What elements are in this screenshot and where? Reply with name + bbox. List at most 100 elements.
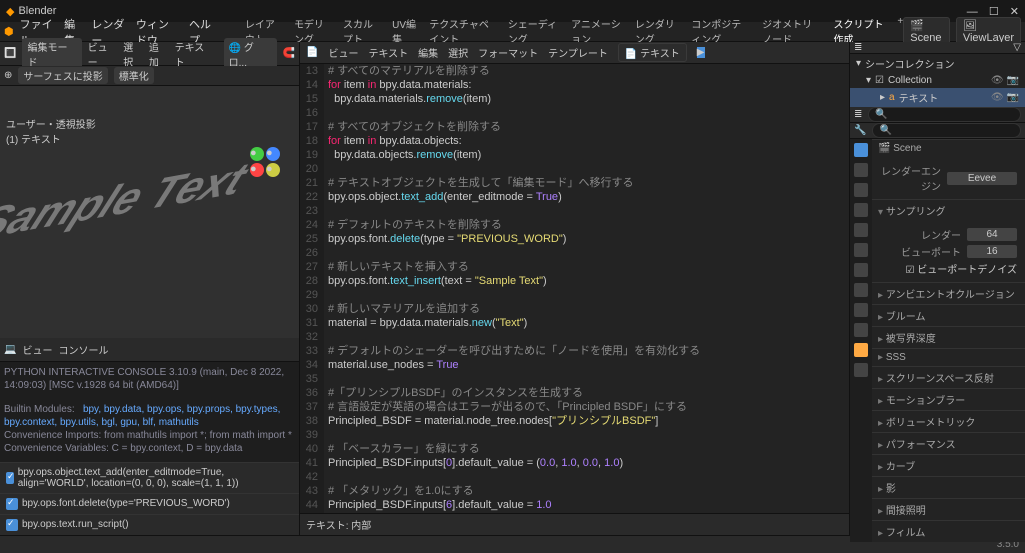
properties-panel: 🎬 Scene レンダーエンジンEevee サンプリング レンダー64 ビューポ… — [850, 139, 1025, 542]
console-menu-console[interactable]: コンソール — [58, 342, 108, 357]
blender-icon: ◆ — [6, 5, 14, 18]
datablock-icon[interactable]: ≣ — [854, 109, 862, 120]
props-panel-header[interactable]: SSS — [872, 348, 1025, 366]
viewport-overlay-text: ユーザー・透視投影 (1) テキスト — [6, 116, 96, 146]
surface-project[interactable]: サーフェスに投影 — [18, 67, 107, 84]
tab-physics-icon[interactable] — [854, 303, 868, 317]
mode-select[interactable]: 編集モード — [22, 38, 81, 70]
denoise-checkbox[interactable]: ☑ ビューポートデノイズ — [906, 261, 1017, 276]
filter-icon[interactable]: ▽ — [1013, 42, 1021, 53]
tab-output-icon[interactable] — [854, 163, 868, 177]
tab-object-icon[interactable] — [854, 243, 868, 257]
properties-header: 🔧 🔍 — [850, 123, 1025, 139]
blender-logo-icon[interactable]: ⬢ — [4, 25, 14, 38]
console-banner: PYTHON INTERACTIVE CONSOLE 3.10.9 (main,… — [4, 366, 295, 392]
run-script-button[interactable]: ▶ — [697, 47, 705, 58]
tab-particles-icon[interactable] — [854, 283, 868, 297]
props-panel-header[interactable]: スクリーンスペース反射 — [872, 366, 1025, 388]
eye-icon[interactable]: 👁 — [991, 75, 1004, 86]
props-panel-header[interactable]: パフォーマンス — [872, 432, 1025, 454]
left-column: 🔳 編集モード ビュー 選択 追加 テキスト 🌐 グロ... 🧲 ⊕ サーフェス… — [0, 42, 300, 535]
te-menu-select[interactable]: 選択 — [448, 45, 468, 60]
text-editor: 📄 ビュー テキスト 編集 選択 フォーマット テンプレート 📄 テキスト ▶ … — [300, 42, 850, 535]
tab-constraints-icon[interactable] — [854, 323, 868, 337]
console-editor-icon[interactable]: 💻 — [4, 344, 16, 355]
props-icon[interactable]: 🔧 — [854, 125, 866, 136]
vp-menu-view[interactable]: ビュー — [88, 39, 118, 69]
editor-type-icon[interactable]: 🔳 — [4, 48, 16, 59]
te-menu-format[interactable]: フォーマット — [478, 45, 538, 60]
engine-select[interactable]: Eevee — [947, 172, 1017, 185]
search-icon: 🔍 — [875, 109, 887, 120]
check-icon — [6, 472, 14, 484]
search-icon: 🔍 — [879, 125, 891, 136]
python-console[interactable]: PYTHON INTERACTIVE CONSOLE 3.10.9 (main,… — [0, 362, 299, 462]
outliner-row-selected[interactable]: ▸a テキスト👁📷 — [850, 88, 1025, 107]
outliner-row[interactable]: ▾シーンコレクション — [850, 54, 1025, 73]
outliner[interactable]: ▾シーンコレクション ▾☑ Collection👁📷 ▸a テキスト👁📷 — [850, 54, 1025, 107]
tab-data-icon[interactable] — [854, 343, 868, 357]
info-row[interactable]: bpy.ops.font.delete(type='PREVIOUS_WORD'… — [0, 493, 299, 514]
te-menu-template[interactable]: テンプレート — [548, 45, 608, 60]
props-panel-header[interactable]: 間接照明 — [872, 498, 1025, 520]
right-column: ≣ ▽ ▾シーンコレクション ▾☑ Collection👁📷 ▸a テキスト👁📷… — [850, 42, 1025, 535]
render-samples[interactable]: 64 — [967, 228, 1017, 241]
te-menu-view[interactable]: ビュー — [328, 45, 358, 60]
props-panel-header[interactable]: カーブ — [872, 454, 1025, 476]
viewport-3d[interactable]: ユーザー・透視投影 (1) テキスト Sample Text ●● ●● — [0, 86, 299, 338]
console-header: 💻 ビュー コンソール — [0, 338, 299, 362]
normalize[interactable]: 標準化 — [114, 67, 154, 84]
props-panel-header[interactable]: モーションブラー — [872, 388, 1025, 410]
cursor-icon[interactable]: ⊕ — [4, 70, 12, 81]
chevron-right-icon: ▸ — [880, 92, 885, 103]
console-menu-view[interactable]: ビュー — [22, 342, 52, 357]
tab-render-icon[interactable] — [854, 143, 868, 157]
properties-search[interactable]: 🔍 — [872, 123, 1021, 138]
props-panel-header[interactable]: アンビエントオクルージョン — [872, 282, 1025, 304]
sample-text-object: Sample Text — [0, 153, 255, 250]
properties-content[interactable]: 🎬 Scene レンダーエンジンEevee サンプリング レンダー64 ビューポ… — [872, 139, 1025, 542]
props-panel-header[interactable]: 被写界深度 — [872, 326, 1025, 348]
props-panel-header[interactable]: ブルーム — [872, 304, 1025, 326]
snap-icon[interactable]: 🧲 — [283, 48, 295, 59]
viewport-subheader: ⊕ サーフェスに投影 標準化 — [0, 66, 299, 86]
outliner-icon[interactable]: ≣ — [854, 42, 862, 53]
props-panel-header[interactable]: ボリューメトリック — [872, 410, 1025, 432]
tab-modifiers-icon[interactable] — [854, 263, 868, 277]
close-icon[interactable]: ✕ — [1010, 6, 1019, 18]
outliner-search[interactable]: 🔍 — [868, 107, 1021, 122]
props-panel-header[interactable]: フィルム — [872, 520, 1025, 542]
minimize-icon[interactable]: — — [967, 6, 978, 18]
outliner-header: ≣ ▽ — [850, 42, 1025, 54]
tab-material-icon[interactable] — [854, 363, 868, 377]
code-area[interactable]: 13# すべてのマテリアルを削除する14for item in bpy.data… — [300, 64, 849, 513]
tab-viewlayer-icon[interactable] — [854, 183, 868, 197]
te-menu-edit[interactable]: 編集 — [418, 45, 438, 60]
camera-icon[interactable]: 📷 — [1007, 92, 1019, 103]
properties-vertical-tabs — [850, 139, 872, 542]
chevron-down-icon: ▾ — [866, 75, 871, 86]
text-editor-icon[interactable]: 📄 — [306, 47, 318, 58]
viewport-samples[interactable]: 16 — [967, 245, 1017, 258]
vp-menu-select[interactable]: 選択 — [123, 39, 143, 69]
text-editor-header: 📄 ビュー テキスト 編集 選択 フォーマット テンプレート 📄 テキスト ▶ — [300, 42, 849, 64]
outliner2-header: ≣ 🔍 — [850, 107, 1025, 123]
sampling-panel[interactable]: サンプリング — [872, 199, 1025, 221]
eye-icon[interactable]: 👁 — [991, 92, 1004, 103]
nav-gizmo[interactable]: ●● ●● — [249, 146, 281, 178]
te-menu-text[interactable]: テキスト — [368, 45, 408, 60]
info-row[interactable]: bpy.ops.object.text_add(enter_editmode=T… — [0, 462, 299, 493]
camera-icon[interactable]: 📷 — [1007, 75, 1019, 86]
text-datablock[interactable]: 📄 テキスト — [618, 43, 687, 62]
vp-menu-add[interactable]: 追加 — [149, 39, 169, 69]
scene-crumb: 🎬 Scene — [872, 139, 1025, 157]
outliner-row[interactable]: ▾☑ Collection👁📷 — [850, 73, 1025, 88]
maximize-icon[interactable]: ☐ — [989, 6, 999, 18]
orientation-select[interactable]: 🌐 グロ... — [224, 38, 277, 70]
tab-scene-icon[interactable] — [854, 203, 868, 217]
tab-world-icon[interactable] — [854, 223, 868, 237]
vp-menu-text[interactable]: テキスト — [175, 39, 214, 69]
viewport-header: 🔳 編集モード ビュー 選択 追加 テキスト 🌐 グロ... 🧲 — [0, 42, 299, 66]
info-row[interactable]: bpy.ops.text.run_script() — [0, 514, 299, 535]
props-panel-header[interactable]: 影 — [872, 476, 1025, 498]
